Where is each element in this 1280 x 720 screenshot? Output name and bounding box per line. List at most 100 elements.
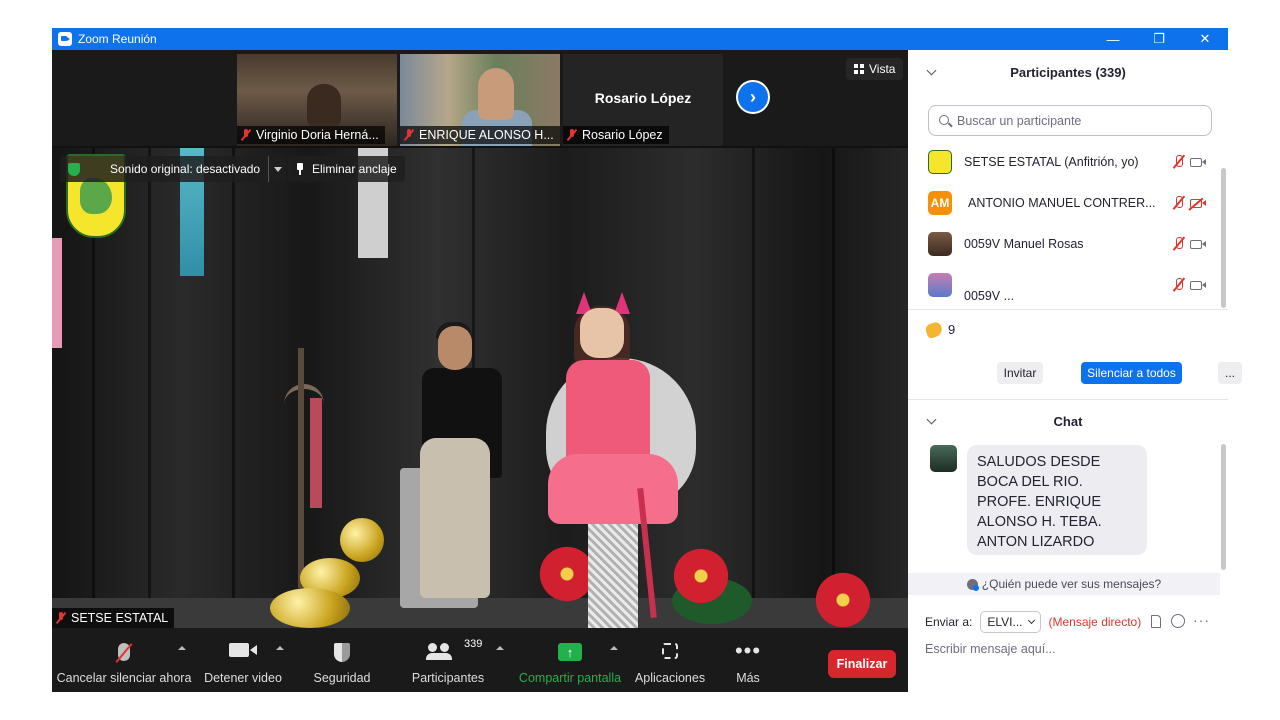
view-button[interactable]: Vista: [846, 58, 904, 80]
curtain-fold: [232, 148, 235, 628]
mic-muted-icon: [241, 129, 251, 141]
original-sound-label: Sonido original: desactivado: [110, 162, 261, 176]
chevron-up-icon[interactable]: [610, 646, 618, 650]
mic-muted-icon[interactable]: [1172, 277, 1186, 293]
mic-muted-icon[interactable]: [1172, 236, 1186, 252]
thumbnail-video[interactable]: Virginio Doria Herná...: [237, 54, 397, 146]
end-meeting-button[interactable]: Finalizar: [828, 650, 896, 678]
chevron-up-icon[interactable]: [178, 646, 186, 650]
mic-muted-icon: [567, 129, 577, 141]
recipient-value: ELVI...: [987, 615, 1023, 629]
more-button[interactable]: ••• Más: [720, 628, 776, 692]
encryption-shield-icon: [68, 162, 80, 176]
video-icon[interactable]: [1190, 239, 1206, 249]
participant-row[interactable]: SETSE ESTATAL (Anfitrión, yo): [908, 142, 1220, 182]
apps-icon: [662, 643, 678, 659]
unmute-button[interactable]: Cancelar silenciar ahora: [57, 628, 191, 692]
original-sound-control[interactable]: Sonido original: desactivado: [60, 156, 287, 182]
more-icon: •••: [734, 638, 762, 663]
video-off-icon[interactable]: [1190, 198, 1206, 208]
video-icon[interactable]: [1190, 157, 1206, 167]
side-panel: Participantes (339) Buscar un participan…: [908, 50, 1242, 692]
hanging-tie: [310, 398, 322, 508]
next-page-arrow-icon[interactable]: ›: [736, 80, 770, 114]
participant-list: SETSE ESTATAL (Anfitrión, yo) AM ANTONIO…: [908, 142, 1220, 310]
view-button-label: Vista: [869, 62, 896, 76]
share-screen-button[interactable]: ↑ Compartir pantalla: [518, 628, 622, 692]
chevron-down-icon[interactable]: [926, 414, 937, 425]
chat-message: SALUDOS DESDE BOCA DEL RIO. PROFE. ENRIQ…: [967, 445, 1147, 555]
chevron-down-icon[interactable]: [926, 65, 937, 76]
participant-row[interactable]: 0059V Manuel Rosas: [908, 224, 1220, 264]
chevron-up-icon[interactable]: [276, 646, 284, 650]
who-can-see-label: ¿Quién puede ver sus mensajes?: [981, 577, 1162, 591]
participant-search-input[interactable]: Buscar un participante: [928, 105, 1212, 136]
actor-figure: [588, 518, 638, 628]
chat-message-input[interactable]: Escribir mensaje aquí...: [925, 638, 1215, 660]
participants-header[interactable]: Participantes (339): [908, 52, 1228, 92]
thumbnail-name-tag: Rosario López: [563, 126, 669, 144]
emoji-icon[interactable]: [1171, 614, 1185, 628]
unpin-label: Eliminar anclaje: [312, 162, 397, 176]
people-icon: [966, 578, 979, 591]
balloon: [270, 588, 350, 628]
unpin-button[interactable]: Eliminar anclaje: [288, 156, 405, 182]
main-video[interactable]: Sonido original: desactivado Eliminar an…: [52, 148, 908, 628]
title-bar: Zoom Reunión — ❐ ✕: [52, 28, 1228, 50]
thumbnail-name: Virginio Doria Herná...: [256, 128, 379, 142]
thumbnail-video[interactable]: ENRIQUE ALONSO H...: [400, 54, 560, 146]
more-label: Más: [736, 671, 760, 685]
reaction-count: 9: [924, 320, 955, 339]
shield-icon: [334, 643, 350, 662]
divider: [908, 309, 1228, 310]
video-icon[interactable]: [1190, 280, 1206, 290]
participants-button[interactable]: 339 Participantes: [410, 628, 486, 692]
participants-count: 339: [464, 638, 483, 650]
meeting-toolbar: Cancelar silenciar ahora Detener video S…: [52, 628, 908, 692]
actor-costume: [548, 454, 678, 524]
recipient-select[interactable]: ELVI...: [980, 611, 1041, 633]
thumbnail-strip: Virginio Doria Herná... ENRIQUE ALONSO H…: [52, 50, 908, 146]
who-can-see-messages[interactable]: ¿Quién puede ver sus mensajes?: [908, 573, 1220, 595]
chat-scrollbar[interactable]: [1221, 444, 1226, 570]
minimize-button[interactable]: —: [1090, 28, 1136, 50]
poinsettia: [808, 572, 878, 628]
invite-button[interactable]: Invitar: [997, 362, 1043, 384]
participant-list-scrollbar[interactable]: [1221, 168, 1226, 308]
thumbnail-name: ENRIQUE ALONSO H...: [419, 128, 554, 142]
participants-title: Participantes (339): [1010, 64, 1126, 80]
balloon: [340, 518, 384, 562]
mute-all-button[interactable]: Silenciar a todos: [1081, 362, 1182, 384]
avatar: AM: [928, 191, 952, 215]
thumbnail-video[interactable]: Rosario López Rosario López: [563, 54, 723, 146]
restore-button[interactable]: ❐: [1136, 28, 1182, 50]
chat-header[interactable]: Chat: [908, 401, 1228, 441]
stop-video-button[interactable]: Detener video: [200, 628, 286, 692]
held-coat: [420, 438, 490, 598]
speaker-name-tag: SETSE ESTATAL: [52, 608, 175, 628]
decoration-streamer: [52, 238, 62, 348]
participants-label: Participantes: [411, 671, 485, 685]
close-button[interactable]: ✕: [1182, 28, 1228, 50]
more-options-button[interactable]: ...: [1218, 362, 1242, 384]
security-button[interactable]: Seguridad: [304, 628, 380, 692]
mic-muted-icon: [56, 612, 66, 624]
video-stage: Virginio Doria Herná... ENRIQUE ALONSO H…: [52, 50, 908, 628]
participant-row[interactable]: 0059V ...: [908, 265, 1220, 305]
file-icon[interactable]: [1151, 615, 1161, 628]
participant-row[interactable]: AM ANTONIO MANUEL CONTRER...: [908, 183, 1220, 223]
participant-name: SETSE ESTATAL (Anfitrión, yo): [964, 155, 1139, 169]
more-icon[interactable]: ···: [1193, 612, 1210, 628]
participant-figure: [478, 68, 514, 120]
send-to-label: Enviar a:: [925, 615, 973, 629]
chevron-up-icon[interactable]: [496, 646, 504, 650]
zoom-app-icon: [58, 32, 72, 46]
avatar: [928, 273, 952, 297]
chevron-down-icon[interactable]: [268, 156, 286, 182]
mic-muted-icon[interactable]: [1172, 195, 1186, 211]
apps-button[interactable]: Aplicaciones: [632, 628, 708, 692]
avatar: [930, 445, 957, 472]
chevron-down-icon: [1027, 616, 1035, 625]
pin-icon: [296, 163, 304, 175]
mic-muted-icon[interactable]: [1172, 154, 1186, 170]
